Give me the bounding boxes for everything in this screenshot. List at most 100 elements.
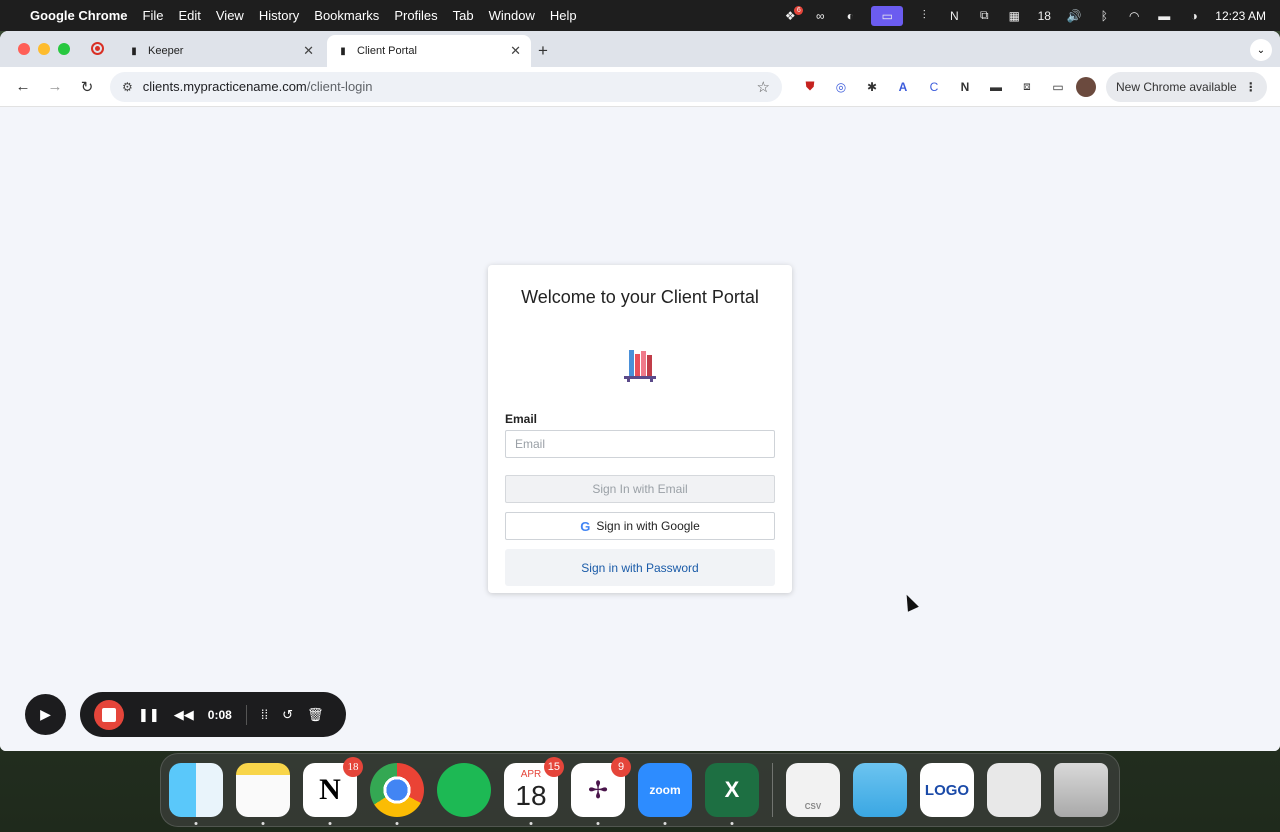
notes-app-icon[interactable] bbox=[236, 763, 290, 825]
back-icon[interactable]: ← bbox=[10, 74, 36, 100]
trash-icon[interactable]: 🗑 bbox=[307, 707, 324, 723]
vpn-icon[interactable]: ◐ bbox=[841, 9, 859, 23]
folder-icon[interactable] bbox=[853, 763, 907, 817]
menu-bookmarks[interactable]: Bookmarks bbox=[314, 8, 379, 23]
c-extension-icon[interactable]: C bbox=[924, 77, 944, 97]
layout-icon[interactable]: ▦ bbox=[1005, 9, 1023, 23]
menu-bar: Google Chrome File Edit View History Boo… bbox=[0, 0, 1280, 31]
spotify-app-icon[interactable] bbox=[437, 763, 491, 817]
calendar-menu-icon[interactable]: 18 bbox=[1035, 9, 1053, 23]
mouse-cursor-icon bbox=[901, 592, 919, 612]
restart-icon[interactable]: ↺ bbox=[282, 707, 293, 723]
dropbox-icon[interactable]: ❖ 6 bbox=[781, 5, 804, 23]
recording-controls: ❚❚ ◀◀ 0:08 ⁞⁞ ↺ 🗑 bbox=[80, 692, 346, 737]
url-host: clients.mypracticename.com bbox=[142, 79, 307, 94]
profile-avatar[interactable] bbox=[1076, 76, 1096, 97]
screenshots-stack-icon[interactable] bbox=[987, 763, 1041, 817]
chrome-update-button[interactable]: New Chrome available ⋮ bbox=[1106, 71, 1267, 102]
adblock-extension-icon[interactable]: ⛊ bbox=[800, 77, 820, 97]
perplexity-extension-icon[interactable]: ✱ bbox=[862, 77, 882, 97]
file-label: CSV bbox=[804, 802, 822, 811]
address-bar[interactable]: ⚙ clients.mypracticename.com/client-logi… bbox=[110, 71, 782, 102]
grid-icon[interactable]: ⁞⁞ bbox=[261, 707, 268, 722]
rewind-icon[interactable]: ◀◀ bbox=[174, 707, 194, 723]
sign-in-google-button[interactable]: G Sign in with Google bbox=[505, 512, 775, 540]
menu-view[interactable]: View bbox=[216, 8, 244, 23]
keeper-extension-icon[interactable]: ▬ bbox=[986, 77, 1006, 97]
notion-extension-icon[interactable]: N bbox=[955, 77, 975, 97]
new-tab-icon[interactable]: + bbox=[538, 41, 548, 61]
forward-icon[interactable]: → bbox=[42, 74, 68, 100]
menu-edit[interactable]: Edit bbox=[178, 8, 200, 23]
maximize-window-button[interactable] bbox=[58, 43, 70, 55]
menu-help[interactable]: Help bbox=[550, 8, 577, 23]
update-label: New Chrome available bbox=[1116, 79, 1237, 94]
stripes-icon[interactable]: ⫶ bbox=[915, 8, 933, 23]
slack-badge: 9 bbox=[611, 757, 631, 777]
reload-icon[interactable]: ↻ bbox=[74, 74, 100, 100]
minimize-window-button[interactable] bbox=[38, 43, 50, 55]
recording-indicator-icon bbox=[91, 42, 104, 55]
battery-icon[interactable]: ▬ bbox=[1155, 9, 1173, 23]
window-controls bbox=[18, 43, 70, 55]
excel-app-icon[interactable]: X bbox=[705, 763, 759, 825]
menu-file[interactable]: File bbox=[143, 8, 164, 23]
tab-search-icon[interactable]: ⌄ bbox=[1250, 39, 1272, 61]
tab-title: Keeper bbox=[148, 45, 184, 57]
zoom-label: zoom bbox=[649, 783, 681, 797]
finder-app-icon[interactable] bbox=[169, 763, 223, 825]
browser-toolbar: ← → ↻ ⚙ clients.mypracticename.com/clien… bbox=[0, 67, 1280, 107]
wifi-icon[interactable]: ◠ bbox=[1125, 9, 1143, 23]
a-extension-icon[interactable]: A bbox=[893, 77, 913, 97]
menu-history[interactable]: History bbox=[259, 8, 299, 23]
control-center-icon[interactable]: ◑ bbox=[1185, 9, 1203, 23]
calendar-day: 18 bbox=[515, 779, 547, 811]
vpn-extension-icon[interactable]: ◎ bbox=[831, 77, 851, 97]
bookmark-star-icon[interactable]: ☆ bbox=[757, 78, 770, 96]
menu-tab[interactable]: Tab bbox=[453, 8, 474, 23]
tab-client-portal[interactable]: ▮ Client Portal ✕ bbox=[327, 35, 531, 67]
camera-toggle-button[interactable]: ▶ bbox=[25, 694, 66, 735]
clock[interactable]: 12:23 AM bbox=[1215, 9, 1266, 23]
zoom-app-icon[interactable]: zoom bbox=[638, 763, 692, 825]
tab-title: Client Portal bbox=[357, 45, 417, 57]
volume-icon[interactable]: 🔊 bbox=[1065, 9, 1083, 23]
status-icons: ❖ 6 ∞ ◐ ▭ ⫶ N ⧉ ▦ 18 🔊 ᛒ ◠ ▬ ◑ 12:23 AM bbox=[781, 5, 1266, 26]
trash-bin-icon[interactable] bbox=[1054, 763, 1108, 817]
close-window-button[interactable] bbox=[18, 43, 30, 55]
excel-label: X bbox=[724, 777, 740, 802]
screen-record-icon[interactable]: ▭ bbox=[871, 5, 904, 26]
window-icon[interactable]: ⧉ bbox=[975, 8, 993, 23]
slack-app-icon[interactable]: ✢ 9 bbox=[571, 757, 631, 825]
tab-keeper[interactable]: ▮ Keeper ✕ bbox=[118, 35, 324, 67]
pause-icon[interactable]: ❚❚ bbox=[138, 707, 160, 723]
close-tab-icon[interactable]: ✕ bbox=[303, 43, 314, 59]
chrome-app-icon[interactable] bbox=[370, 763, 424, 825]
menu-profiles[interactable]: Profiles bbox=[394, 8, 437, 23]
login-card: Welcome to your Client Portal Email Sign… bbox=[488, 265, 792, 593]
tab-strip: ▮ Keeper ✕ ▮ Client Portal ✕ + ⌄ bbox=[0, 31, 1280, 67]
close-tab-icon[interactable]: ✕ bbox=[510, 43, 521, 59]
notion-app-icon[interactable]: N 18 bbox=[303, 757, 363, 825]
calendar-month: APR bbox=[520, 768, 542, 780]
calendar-badge: 15 bbox=[543, 757, 564, 777]
puzzle-extensions-icon[interactable]: ⧈ bbox=[1017, 77, 1037, 97]
sign-in-email-button[interactable]: Sign In with Email bbox=[505, 475, 775, 503]
notion-menu-icon[interactable]: N bbox=[945, 9, 963, 23]
menu-app-name[interactable]: Google Chrome bbox=[30, 8, 128, 23]
bookshelf-favicon-icon: ▮ bbox=[340, 45, 346, 57]
stop-recording-button[interactable] bbox=[94, 699, 124, 730]
csv-file-icon[interactable]: CSV bbox=[786, 763, 840, 817]
sign-in-password-button[interactable]: Sign in with Password bbox=[505, 549, 775, 586]
bluetooth-icon[interactable]: ᛒ bbox=[1095, 9, 1113, 23]
menu-window[interactable]: Window bbox=[489, 8, 535, 23]
calendar-app-icon[interactable]: APR 18 15 bbox=[504, 757, 564, 825]
more-menu-icon[interactable]: ⋮ bbox=[1245, 80, 1257, 94]
logo-folder-icon[interactable]: LOGO bbox=[920, 763, 974, 817]
dock: N 18 APR 18 15 ✢ 9 zoom X CSV LOGO bbox=[160, 753, 1120, 827]
creative-cloud-icon[interactable]: ∞ bbox=[811, 9, 829, 23]
page-content: Welcome to your Client Portal Email Sign… bbox=[0, 107, 1280, 751]
email-input[interactable] bbox=[505, 430, 775, 458]
site-settings-icon[interactable]: ⚙ bbox=[122, 80, 133, 94]
cast-icon[interactable]: ▭ bbox=[1048, 77, 1068, 97]
